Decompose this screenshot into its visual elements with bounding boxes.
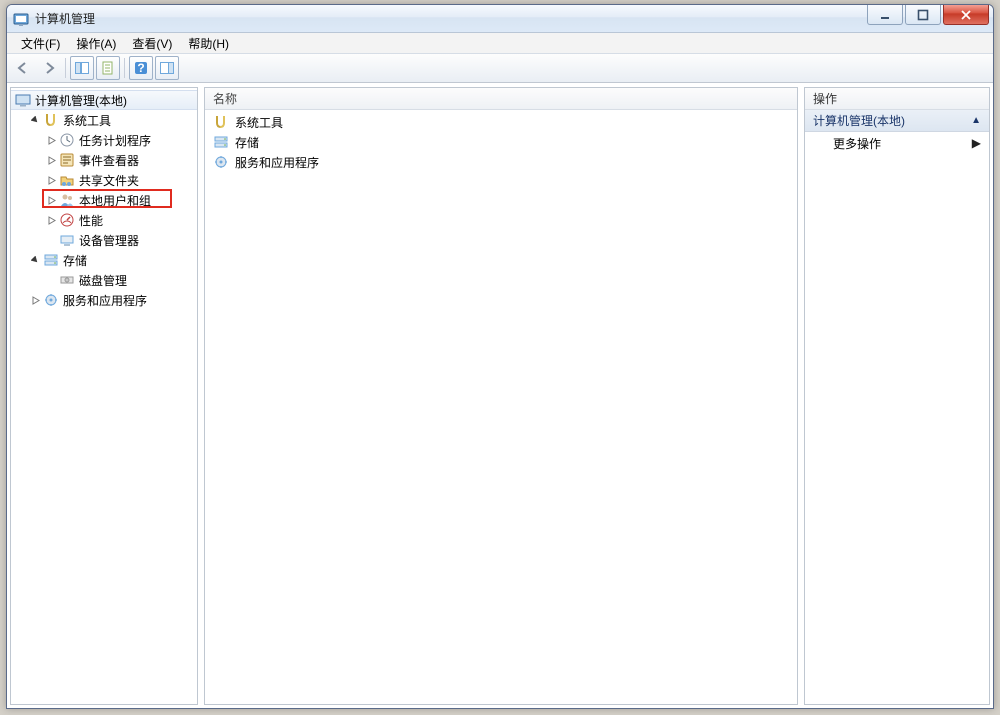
tree-node-label: 共享文件夹 <box>79 172 139 189</box>
tree-node-label: 服务和应用程序 <box>63 292 147 309</box>
tools-icon <box>43 112 59 128</box>
column-name: 名称 <box>213 90 237 107</box>
services-icon <box>213 154 229 170</box>
list-item-services-apps[interactable]: 服务和应用程序 <box>209 152 793 172</box>
actions-panel: 操作 计算机管理(本地) ▲ 更多操作 ▶ <box>804 87 990 705</box>
console-tree[interactable]: 计算机管理(本地) 系统工具 任务计划程序 <box>11 88 197 312</box>
tree-node-event-viewer[interactable]: 事件查看器 <box>11 150 197 170</box>
list-column-header[interactable]: 名称 <box>205 88 797 110</box>
app-icon <box>13 11 29 27</box>
back-button[interactable] <box>11 56 35 80</box>
expander-icon[interactable] <box>45 214 57 226</box>
tree-node-task-scheduler[interactable]: 任务计划程序 <box>11 130 197 150</box>
tree-node-label: 事件查看器 <box>79 152 139 169</box>
toolbar: ? <box>7 54 993 83</box>
window-title: 计算机管理 <box>35 10 95 27</box>
minimize-button[interactable] <box>867 5 903 25</box>
tree-node-label: 磁盘管理 <box>79 272 127 289</box>
expander-icon[interactable] <box>45 174 57 186</box>
list-item-label: 存储 <box>235 134 259 151</box>
disk-icon <box>59 272 75 288</box>
menu-help[interactable]: 帮助(H) <box>180 33 237 54</box>
performance-icon <box>59 212 75 228</box>
toolbar-separator <box>124 58 125 78</box>
client-area: 计算机管理(本地) 系统工具 任务计划程序 <box>7 83 993 708</box>
actions-header: 操作 <box>805 88 989 110</box>
actions-group-title[interactable]: 计算机管理(本地) ▲ <box>805 110 989 132</box>
list-body[interactable]: 系统工具 存储 服务和应用程序 <box>205 110 797 174</box>
shared-folder-icon <box>59 172 75 188</box>
expander-icon[interactable] <box>45 154 57 166</box>
collapse-icon[interactable]: ▲ <box>971 115 981 126</box>
tree-node-label: 任务计划程序 <box>79 132 151 149</box>
window-controls <box>867 5 993 25</box>
tools-icon <box>213 114 229 130</box>
tree-node-shared-folders[interactable]: 共享文件夹 <box>11 170 197 190</box>
expander-icon[interactable] <box>29 114 41 126</box>
tree-node-storage[interactable]: 存储 <box>11 250 197 270</box>
highlight-box <box>42 189 172 208</box>
titlebar[interactable]: 计算机管理 <box>7 5 993 33</box>
storage-icon <box>213 134 229 150</box>
close-button[interactable] <box>943 5 989 25</box>
expander-icon[interactable] <box>29 294 41 306</box>
tree-node-label: 设备管理器 <box>79 232 139 249</box>
tree-node-label: 存储 <box>63 252 87 269</box>
forward-button[interactable] <box>37 56 61 80</box>
list-item-storage[interactable]: 存储 <box>209 132 793 152</box>
chevron-right-icon: ▶ <box>972 136 981 150</box>
menu-view[interactable]: 查看(V) <box>124 33 180 54</box>
maximize-button[interactable] <box>905 5 941 25</box>
computer-management-window: 计算机管理 文件(F) 操作(A) 查看(V) 帮助(H) <box>6 4 994 709</box>
help-button[interactable]: ? <box>129 56 153 80</box>
clock-icon <box>59 132 75 148</box>
services-icon <box>43 292 59 308</box>
expander-icon[interactable] <box>45 134 57 146</box>
actions-more-label: 更多操作 <box>833 135 881 152</box>
actions-header-label: 操作 <box>813 90 837 107</box>
svg-text:?: ? <box>137 61 144 75</box>
show-hide-tree-button[interactable] <box>70 56 94 80</box>
computer-icon <box>15 92 31 108</box>
tree-node-label: 系统工具 <box>63 112 111 129</box>
tree-node-label: 计算机管理(本地) <box>35 92 127 109</box>
actions-group-label: 计算机管理(本地) <box>813 112 905 129</box>
properties-button[interactable] <box>96 56 120 80</box>
list-item-label: 系统工具 <box>235 114 283 131</box>
tree-node-device-manager[interactable]: 设备管理器 <box>11 230 197 250</box>
event-log-icon <box>59 152 75 168</box>
list-item-label: 服务和应用程序 <box>235 154 319 171</box>
storage-icon <box>43 252 59 268</box>
tree-node-disk-management[interactable]: 磁盘管理 <box>11 270 197 290</box>
tree-node-services-apps[interactable]: 服务和应用程序 <box>11 290 197 310</box>
tree-node-performance[interactable]: 性能 <box>11 210 197 230</box>
menubar: 文件(F) 操作(A) 查看(V) 帮助(H) <box>7 33 993 54</box>
show-hide-action-pane-button[interactable] <box>155 56 179 80</box>
console-tree-panel: 计算机管理(本地) 系统工具 任务计划程序 <box>10 87 198 705</box>
list-item-system-tools[interactable]: 系统工具 <box>209 112 793 132</box>
menu-file[interactable]: 文件(F) <box>13 33 68 54</box>
device-icon <box>59 232 75 248</box>
menu-action[interactable]: 操作(A) <box>68 33 124 54</box>
toolbar-separator <box>65 58 66 78</box>
expander-icon[interactable] <box>29 254 41 266</box>
result-list-panel: 名称 系统工具 存储 <box>204 87 798 705</box>
tree-node-root[interactable]: 计算机管理(本地) <box>11 90 197 110</box>
tree-node-label: 性能 <box>79 212 103 229</box>
tree-node-system-tools[interactable]: 系统工具 <box>11 110 197 130</box>
actions-more[interactable]: 更多操作 ▶ <box>805 132 989 154</box>
